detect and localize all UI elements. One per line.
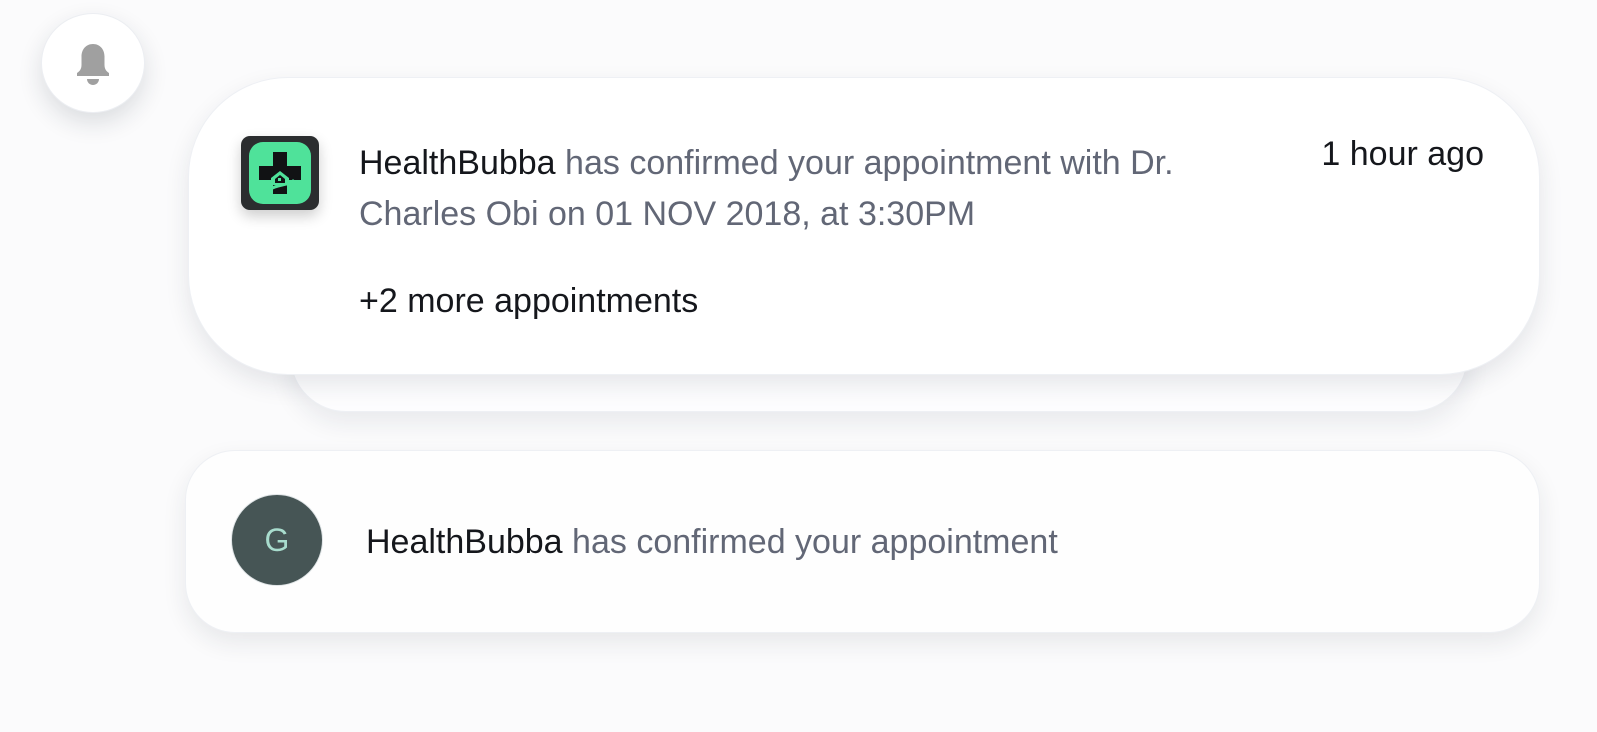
notification-message: HealthBubba has confirmed your appointme… [359,138,1239,240]
notification-sender: HealthBubba [359,144,556,182]
notification-text: has confirmed your appointment [562,523,1058,561]
bell-icon [77,44,109,85]
notification-sender: HealthBubba [366,523,563,561]
notification-message: HealthBubba has confirmed your appointme… [366,517,1058,567]
notification-card[interactable]: G HealthBubba has confirmed your appoint… [185,450,1540,633]
notification-bell-button[interactable] [41,13,145,113]
more-appointments-link[interactable]: +2 more appointments [359,279,698,323]
notification-card[interactable]: HealthBubba has confirmed your appointme… [188,77,1540,375]
healthbubba-logo-icon [241,136,319,210]
avatar: G [231,494,323,586]
notification-timestamp: 1 hour ago [1321,135,1484,173]
